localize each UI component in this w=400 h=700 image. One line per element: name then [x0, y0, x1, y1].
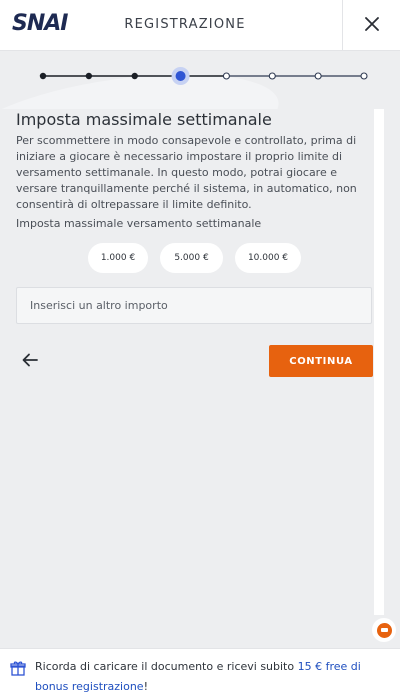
banner-text-before: Ricorda di caricare il documento e ricev…	[35, 660, 298, 673]
stepper-dot-upcoming	[268, 72, 276, 80]
amount-option-5000[interactable]: 5.000 €	[160, 243, 223, 273]
stepper-dot-completed	[131, 72, 138, 80]
banner-message: Ricorda di caricare il documento e ricev…	[35, 657, 391, 697]
close-button[interactable]	[342, 0, 400, 51]
continue-button[interactable]: CONTINUA	[269, 345, 373, 377]
stepper-dot-upcoming	[360, 72, 368, 80]
amount-option-10000[interactable]: 10.000 €	[235, 243, 301, 273]
stepper-dot-completed	[85, 72, 93, 80]
weekly-limit-label: Imposta massimale versamento settimanale	[16, 217, 262, 230]
scrollbar-track[interactable]	[374, 109, 384, 615]
chat-button[interactable]	[372, 618, 396, 642]
banner-text-after: !	[143, 680, 148, 693]
stepper-dot-completed	[39, 72, 47, 80]
header-bar: SNAI REGISTRAZIONE	[0, 0, 400, 51]
bonus-banner: Ricorda di caricare il documento e ricev…	[0, 648, 400, 700]
stepper-graphic	[39, 67, 368, 85]
registration-stepper	[0, 51, 400, 101]
page-title: REGISTRAZIONE	[124, 17, 246, 32]
arrow-left-icon	[22, 352, 38, 371]
custom-amount-input[interactable]	[16, 287, 372, 324]
section-title: Imposta massimale settimanale	[16, 110, 272, 129]
gift-icon	[10, 660, 26, 680]
stepper-dot-active	[175, 71, 186, 81]
stepper-dot-upcoming	[314, 72, 322, 80]
close-icon	[364, 16, 379, 35]
amount-option-1000[interactable]: 1.000 €	[88, 243, 148, 273]
back-button[interactable]	[18, 349, 42, 373]
stepper-dot-upcoming	[222, 72, 230, 80]
description-text: Per scommettere in modo consapevole e co…	[16, 134, 357, 211]
chat-icon	[376, 622, 392, 638]
